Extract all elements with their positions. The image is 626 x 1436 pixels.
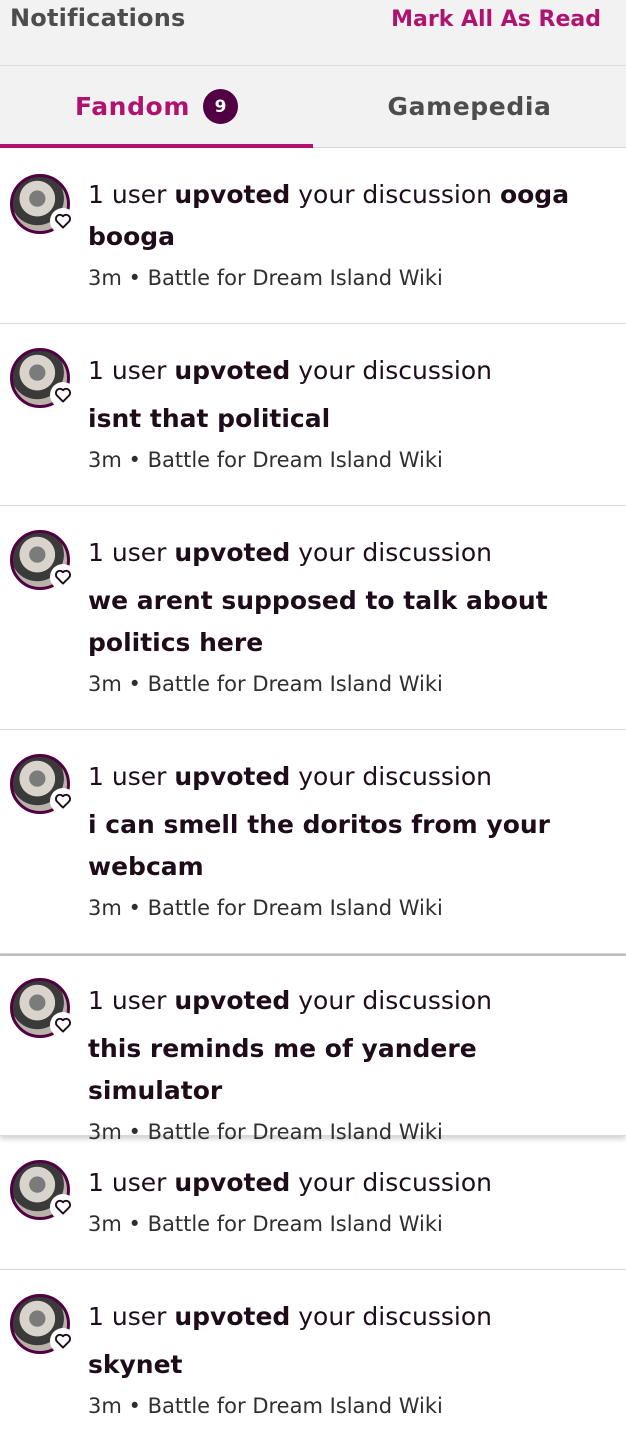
notification-text: 1 user upvoted your discussion: [88, 986, 492, 1015]
notification-text: 1 user upvoted your discussion: [88, 1302, 492, 1331]
discussion-title: isnt that political: [88, 404, 331, 433]
heart-icon: [50, 1194, 76, 1220]
notification-content: 1 user upvoted your discussion ooga boog…: [88, 174, 589, 323]
discussion-title: skynet: [88, 1350, 183, 1379]
heart-icon: [50, 1328, 76, 1354]
notification-content: 1 user upvoted your discussion i can sme…: [88, 756, 570, 953]
discussion-title: ooga: [499, 180, 570, 209]
avatar: [10, 1160, 76, 1220]
heart-icon: [50, 564, 76, 590]
tab-gamepedia[interactable]: Gamepedia: [313, 66, 626, 147]
heart-icon: [50, 382, 76, 408]
notification-text: 1 user upvoted your discussion: [88, 762, 492, 791]
notification-content: 1 user upvoted your discussion this remi…: [88, 980, 626, 1144]
unread-count-badge: 9: [203, 89, 238, 124]
tab-fandom-label: Fandom: [74, 92, 190, 121]
avatar: [10, 174, 76, 234]
notifications-header: Notifications Mark All As Read: [0, 0, 626, 66]
notification-meta: 3m • Battle for Dream Island Wiki: [88, 1394, 443, 1418]
heart-icon: [50, 788, 76, 814]
notification-content: 1 user upvoted your discussion skynet 3m…: [88, 1296, 512, 1436]
heart-icon: [50, 208, 76, 234]
avatar: [10, 530, 76, 590]
notification-meta: 3m • Battle for Dream Island Wiki: [88, 448, 443, 472]
notification-item[interactable]: 1 user upvoted your discussion skynet 3m…: [0, 1270, 626, 1436]
tab-bar: Fandom 9 Gamepedia: [0, 66, 626, 148]
notification-content: 1 user upvoted your discussion isnt that…: [88, 350, 512, 505]
discussion-title: i can smell the doritos from your: [88, 810, 551, 839]
avatar: [10, 754, 76, 814]
notification-item[interactable]: 1 user upvoted your discussion isnt that…: [0, 324, 626, 506]
notification-text: 1 user upvoted your discussion: [88, 1168, 492, 1197]
mark-all-as-read-button[interactable]: Mark All As Read: [391, 7, 601, 32]
tab-fandom[interactable]: Fandom 9: [0, 66, 313, 148]
discussion-title-continued: politics here: [88, 628, 264, 657]
notification-meta: 3m • Battle for Dream Island Wiki: [88, 1120, 443, 1144]
notification-meta: 3m • Battle for Dream Island Wiki: [88, 1212, 443, 1236]
discussion-title: we arent supposed to talk about: [88, 586, 548, 615]
avatar: [10, 348, 76, 408]
notification-item[interactable]: 1 user upvoted your discussion 3m • Batt…: [0, 1136, 626, 1270]
avatar: [10, 1294, 76, 1354]
notification-content: 1 user upvoted your discussion 3m • Batt…: [88, 1162, 512, 1269]
avatar: [10, 978, 76, 1038]
notification-list: 1 user upvoted your discussion ooga boog…: [0, 148, 626, 1436]
notification-meta: 3m • Battle for Dream Island Wiki: [88, 896, 443, 920]
heart-icon: [50, 1012, 76, 1038]
notification-text: 1 user upvoted your discussion ooga: [88, 180, 570, 209]
notification-meta: 3m • Battle for Dream Island Wiki: [88, 266, 443, 290]
notification-item[interactable]: 1 user upvoted your discussion this remi…: [0, 954, 626, 1144]
notification-text: 1 user upvoted your discussion: [88, 538, 492, 567]
discussion-title-continued: webcam: [88, 852, 204, 881]
page-title: Notifications: [10, 4, 186, 32]
tab-gamepedia-label: Gamepedia: [387, 92, 552, 121]
discussion-title: this reminds me of yandere simulator: [88, 1034, 477, 1105]
discussion-title-continued: booga: [88, 222, 176, 251]
notification-item[interactable]: 1 user upvoted your discussion i can sme…: [0, 730, 626, 954]
notification-item[interactable]: 1 user upvoted your discussion ooga boog…: [0, 148, 626, 324]
notification-item[interactable]: 1 user upvoted your discussion we arent …: [0, 506, 626, 730]
notification-meta: 3m • Battle for Dream Island Wiki: [88, 672, 443, 696]
notification-text: 1 user upvoted your discussion: [88, 356, 492, 385]
notification-content: 1 user upvoted your discussion we arent …: [88, 532, 568, 729]
